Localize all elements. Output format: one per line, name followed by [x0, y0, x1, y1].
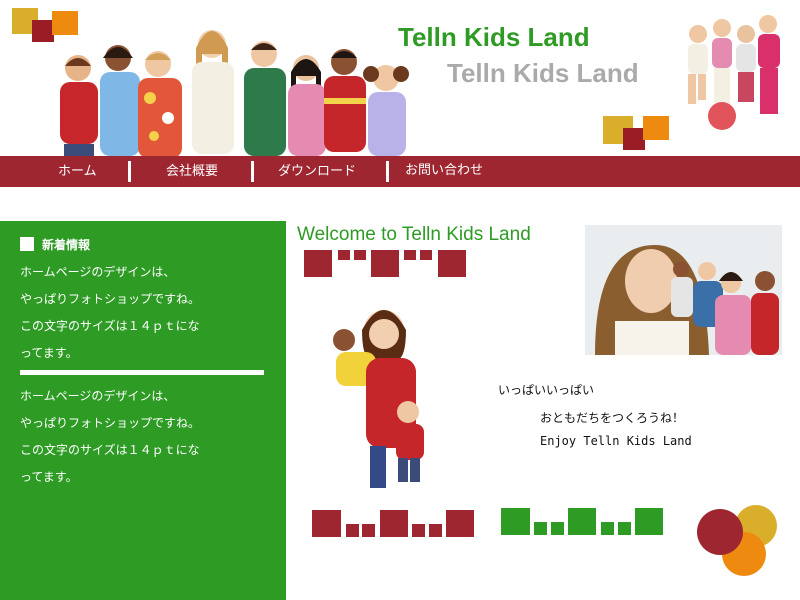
girls-playing-photo: [688, 15, 780, 130]
deco-block: [412, 524, 425, 537]
deco-block: [304, 250, 332, 277]
news-line: ってます。: [20, 346, 78, 360]
site-title: Telln Kids Land: [398, 22, 590, 52]
nav-separator: [386, 161, 389, 182]
news-line: ホームページのデザインは、: [20, 265, 176, 279]
message-line-1: いっぱいいっぱい: [498, 383, 595, 397]
deco-block: [534, 522, 547, 535]
message-line-2: おともだちをつくろうね！: [540, 411, 685, 425]
deco-block: [618, 522, 631, 535]
deco-block: [635, 508, 663, 535]
nav-separator: [251, 161, 254, 182]
news-divider: [20, 370, 264, 375]
deco-block: [312, 510, 341, 537]
deco-block: [568, 508, 596, 535]
square-bullet-icon: [20, 237, 34, 251]
deco-block: [404, 250, 416, 260]
news-line: ホームページのデザインは、: [20, 389, 176, 403]
deco-circles: [697, 505, 777, 576]
news-line: この文字のサイズは１４ｐｔにな: [20, 443, 200, 457]
deco-block: [446, 510, 474, 537]
deco-block: [354, 250, 366, 260]
deco-block: [380, 510, 408, 537]
nav-separator: [128, 161, 131, 182]
news-line: この文字のサイズは１４ｐｔにな: [20, 319, 200, 333]
news-line: ってます。: [20, 470, 78, 484]
deco-block: [346, 524, 359, 537]
deco-block: [601, 522, 614, 535]
deco-block: [501, 508, 530, 535]
nav-home[interactable]: ホーム: [58, 156, 97, 187]
deco-square-red: [623, 128, 645, 150]
deco-block: [438, 250, 466, 277]
news-item: ホームページのデザインは、 やっぱりフォトショップですね。 この文字のサイズは１…: [20, 259, 200, 367]
header: Telln Kids Land Telln Kids Land: [0, 0, 800, 156]
news-heading: 新着情報: [20, 236, 90, 253]
mother-children-photo: [333, 310, 424, 488]
deco-block: [362, 524, 375, 537]
deco-block: [371, 250, 399, 277]
news-line: やっぱりフォトショップですね。: [20, 292, 201, 306]
nav-company[interactable]: 会社概要: [166, 156, 218, 187]
kids-group-photo: [60, 30, 409, 156]
deco-block: [551, 522, 564, 535]
girl-friends-photo: [585, 225, 782, 355]
deco-block: [338, 250, 350, 260]
news-heading-label: 新着情報: [42, 238, 91, 252]
nav-contact[interactable]: お問い合わせ: [405, 156, 483, 187]
deco-square-orange: [643, 116, 669, 140]
news-line: やっぱりフォトショップですね。: [20, 416, 201, 430]
welcome-heading: Welcome to Telln Kids Land: [297, 224, 531, 245]
site-title-shadow: Telln Kids Land: [447, 58, 639, 88]
news-sidebar: 新着情報 ホームページのデザインは、 やっぱりフォトショップですね。 この文字の…: [0, 221, 286, 600]
deco-block: [420, 250, 432, 260]
news-item: ホームページのデザインは、 やっぱりフォトショップですね。 この文字のサイズは１…: [20, 383, 200, 491]
main-nav: ホーム 会社概要 ダウンロード お問い合わせ: [0, 156, 800, 187]
deco-block: [429, 524, 442, 537]
nav-download[interactable]: ダウンロード: [278, 156, 356, 187]
message-line-3: Enjoy Telln Kids Land: [540, 434, 692, 448]
